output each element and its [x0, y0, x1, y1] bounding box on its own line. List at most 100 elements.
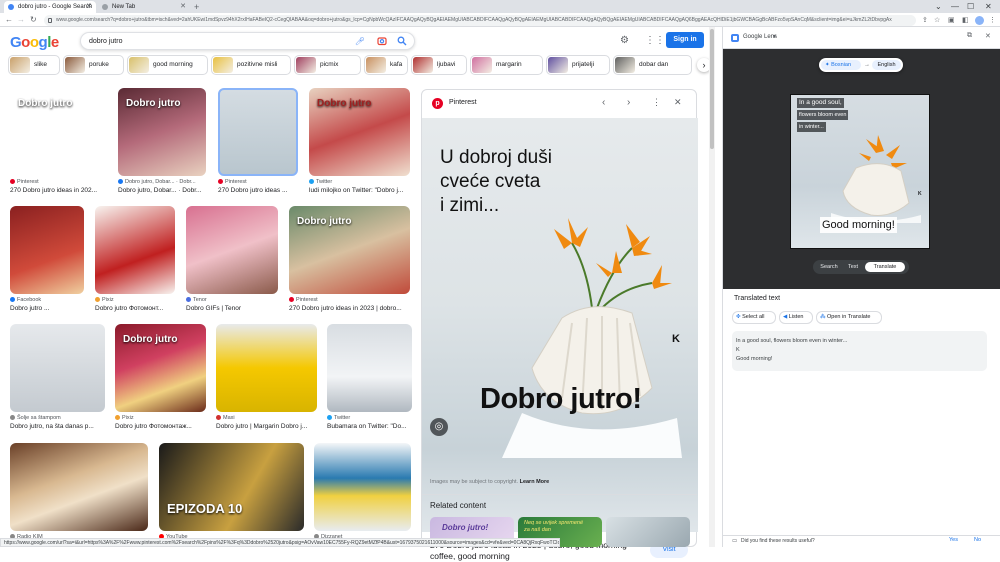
result-source[interactable]: Pinterest — [289, 297, 318, 303]
back-button[interactable]: ← — [5, 14, 13, 26]
result-source[interactable]: Twitter — [309, 179, 332, 185]
extensions-icon[interactable]: ▣ — [948, 15, 955, 26]
result-thumbnail[interactable] — [10, 443, 148, 531]
result-thumbnail[interactable] — [327, 324, 412, 412]
result-source[interactable]: Šolje sa štampom — [10, 415, 61, 421]
result-thumbnail[interactable] — [10, 206, 84, 294]
share-icon[interactable]: ⇪ — [922, 15, 928, 26]
chip-pozitivne-misli[interactable]: pozitivne misli — [211, 55, 291, 75]
next-arrow-icon[interactable]: › — [627, 97, 630, 108]
result-source[interactable]: Tenor — [186, 297, 207, 303]
feedback-no-button[interactable]: No — [974, 537, 981, 543]
close-preview-icon[interactable]: ✕ — [674, 97, 682, 108]
new-tab-button[interactable]: + — [194, 1, 199, 13]
result-thumbnail[interactable] — [218, 88, 298, 176]
image-result[interactable]: Šolje sa štampom Dobro jutro, na šta dana… — [10, 324, 105, 434]
close-window-button[interactable]: ✕ — [985, 1, 992, 13]
image-result[interactable]: Maxi Dobro jutro | Margarin Dobro j... — [216, 324, 317, 434]
chip-kafa[interactable]: kafa — [364, 55, 408, 75]
image-result[interactable]: Dobro jutro Pinterest 270 Dobro jutro idea… — [10, 88, 105, 198]
more-options-icon[interactable]: ⋮ — [652, 97, 661, 108]
minimize-button[interactable]: — — [951, 1, 959, 13]
learn-more-link[interactable]: Learn More — [520, 479, 550, 485]
chip-good-morning[interactable]: good morning — [127, 55, 208, 75]
menu-kebab-icon[interactable]: ⋮ — [989, 15, 996, 26]
image-result[interactable]: Pixiz Dobro jutro Фотомонт... — [95, 206, 175, 316]
result-thumbnail[interactable]: Dobro jutro — [115, 324, 206, 412]
sign-in-button[interactable]: Sign in — [666, 32, 704, 48]
result-title[interactable]: 270 Dobro jutro ideas in 2023 | dobro... — [289, 305, 420, 312]
result-title[interactable]: Dobro jutro ... — [10, 305, 94, 312]
mode-text[interactable]: Text — [843, 262, 863, 272]
result-source[interactable]: Maxi — [216, 415, 235, 421]
result-source[interactable]: Pinterest — [218, 179, 247, 185]
result-title[interactable]: Dobro jutro, Dobar... · Dobr... — [118, 187, 216, 194]
result-title[interactable]: Dobro jutro, na šta danas p... — [10, 423, 115, 430]
forward-button[interactable]: → — [17, 14, 25, 26]
result-title[interactable]: ludi milojko on Twitter: "Dobro j... — [309, 187, 420, 194]
image-result[interactable]: Tenor Dobro GIFs | Tenor — [186, 206, 278, 316]
result-title[interactable]: Dobro jutro Фотомонтаж... — [115, 423, 216, 430]
tab-close-icon[interactable]: ✕ — [180, 1, 186, 13]
results-scrollbar[interactable] — [709, 27, 715, 547]
feedback-yes-button[interactable]: Yes — [949, 537, 958, 543]
side-panel-icon[interactable]: ◧ — [962, 15, 969, 26]
result-thumbnail[interactable]: Dobro jutro — [10, 88, 105, 176]
preview-image[interactable]: U dobroj duši cveće cveta i zimi... K Do… — [422, 118, 698, 532]
chip-poruke[interactable]: poruke — [63, 55, 124, 75]
result-source[interactable]: Twitter — [327, 415, 350, 421]
chip-slike[interactable]: slike — [8, 55, 60, 75]
maximize-button[interactable]: ☐ — [967, 1, 974, 13]
related-thumb[interactable] — [606, 517, 690, 547]
tab-close-icon[interactable]: ✕ — [86, 1, 92, 13]
search-box[interactable]: dobro jutro 🎤︎ — [80, 32, 415, 50]
chip-picmix[interactable]: picmix — [294, 55, 361, 75]
result-source[interactable]: Facebook — [10, 297, 41, 303]
source-language[interactable]: ✦ Bosnian — [821, 60, 861, 70]
result-thumbnail[interactable] — [314, 443, 411, 531]
result-title[interactable]: Bubamara on Twitter: "Do... — [327, 423, 422, 430]
image-result[interactable]: Twitter Bubamara on Twitter: "Do... — [327, 324, 412, 434]
search-icon[interactable] — [396, 36, 408, 48]
result-thumbnail[interactable] — [95, 206, 175, 294]
result-title[interactable]: Dobro jutro | Margarin Dobro j... — [216, 423, 327, 430]
address-bar[interactable]: www.google.com/search?q=dobro+jutro&tbm=… — [44, 15, 916, 26]
result-title[interactable]: Dobro jutro Фотомонт... — [95, 305, 185, 312]
result-thumbnail[interactable]: Dobro jutro — [309, 88, 410, 176]
image-result[interactable]: Facebook Dobro jutro ... — [10, 206, 84, 316]
chip-margarin[interactable]: margarin — [470, 55, 543, 75]
profile-avatar[interactable] — [975, 16, 984, 25]
scroll-thumb[interactable] — [710, 29, 714, 149]
chip-dobar-dan[interactable]: dobar dan — [613, 55, 692, 75]
result-source[interactable]: Dobro jutro, Dobar... · Dobr... — [118, 179, 196, 185]
image-result[interactable]: Dobro jutro Pixiz Dobro jutro Фотомонтаж..… — [115, 324, 206, 434]
tab-new-tab[interactable]: New Tab ✕ — [98, 1, 190, 13]
lens-dropdown-icon[interactable]: ▾ — [773, 33, 776, 40]
result-thumbnail[interactable]: Dobro jutro — [289, 206, 410, 294]
camera-lens-icon[interactable] — [376, 36, 388, 48]
preview-source[interactable]: Pinterest — [449, 99, 477, 106]
google-logo[interactable]: Google — [10, 34, 59, 51]
result-thumbnail[interactable] — [216, 324, 317, 412]
image-result[interactable]: EPIZODA 10 YouTube — [159, 443, 304, 553]
image-result[interactable]: Dobro jutro Dobro jutro, Dobar... · Dobr.… — [118, 88, 206, 198]
tab-google-search[interactable]: dobro jutro - Google Search ✕ — [4, 1, 96, 13]
open-in-new-tab-icon[interactable]: ⧉ — [967, 32, 972, 40]
apps-grid-icon[interactable]: ⋮⋮ — [645, 35, 665, 46]
image-result[interactable]: Dobro jutro Pinterest 270 Dobro jutro idea… — [289, 206, 410, 316]
image-result[interactable]: Radio KIM — [10, 443, 148, 553]
select-all-button[interactable]: ✜ Select all — [732, 311, 776, 324]
chip-ljubavi[interactable]: ljubavi — [411, 55, 467, 75]
translated-output-box[interactable]: In a good soul, flowers bloom even in wi… — [732, 331, 987, 371]
reload-button[interactable]: ↻ — [30, 14, 37, 26]
tab-search-icon[interactable]: ⌄ — [935, 1, 942, 13]
image-result[interactable]: Dobro jutro Twitter ludi milojko on Twitte… — [309, 88, 410, 198]
target-language[interactable]: English — [872, 60, 901, 70]
listen-button[interactable]: ◀ Listen — [779, 311, 813, 324]
lens-search-icon[interactable]: ◎ — [430, 418, 448, 436]
chip-prijatelji[interactable]: prijatelji — [546, 55, 610, 75]
result-thumbnail[interactable]: EPIZODA 10 — [159, 443, 304, 531]
result-thumbnail[interactable]: Dobro jutro — [118, 88, 206, 176]
result-source[interactable]: Pixiz — [115, 415, 134, 421]
result-title[interactable]: Dobro GIFs | Tenor — [186, 305, 288, 312]
